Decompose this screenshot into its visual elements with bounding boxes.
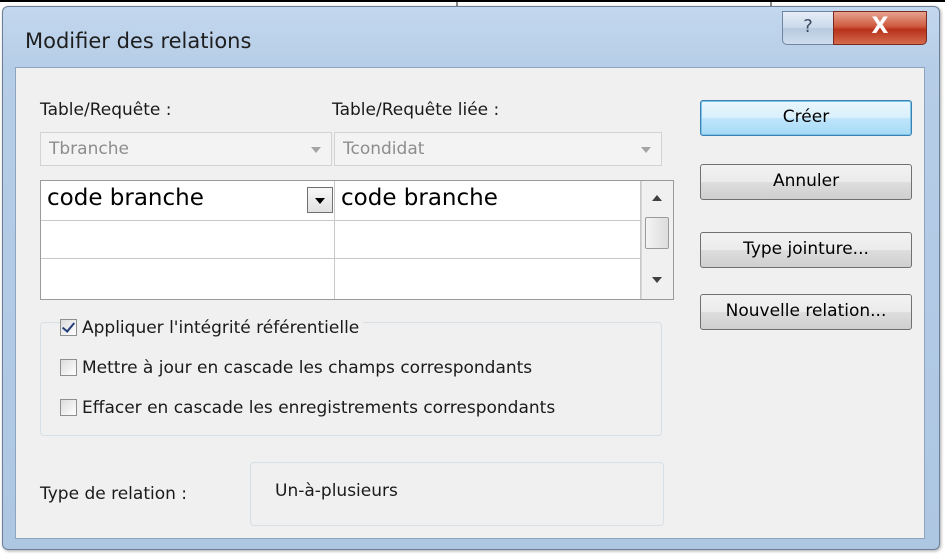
grid-scrollbar[interactable] — [641, 181, 673, 299]
related-table-query-value: Tcondidat — [343, 139, 425, 159]
help-button[interactable]: ? — [782, 11, 834, 45]
dialog-title: Modifier des relations — [25, 29, 252, 53]
grid-cell-left[interactable]: code branche — [41, 181, 335, 221]
close-icon: X — [871, 14, 889, 39]
grid-cell-right[interactable]: code branche — [335, 181, 641, 221]
cascade-delete-checkbox[interactable]: Effacer en cascade les enregistrements c… — [60, 398, 555, 424]
scroll-up-icon[interactable] — [652, 195, 662, 201]
dialog-client-area: Table/Requête : Table/Requête liée : Tbr… — [15, 67, 925, 539]
related-table-query-select[interactable]: Tcondidat — [334, 132, 662, 166]
grid-cell-left[interactable] — [41, 221, 335, 259]
checkbox-checked-icon[interactable] — [60, 319, 77, 336]
cancel-button[interactable]: Annuler — [700, 164, 912, 200]
relation-type-label: Type de relation : — [40, 484, 188, 504]
grid-cell-right[interactable] — [335, 221, 641, 259]
field-right-value: code branche — [341, 185, 498, 211]
relation-type-value: Un-à-plusieurs — [275, 481, 398, 501]
relation-type-box: Un-à-plusieurs — [250, 462, 664, 526]
chevron-down-icon — [641, 147, 651, 153]
help-icon: ? — [803, 16, 813, 37]
field-dropdown-button[interactable] — [307, 187, 333, 213]
table-query-value: Tbranche — [49, 139, 129, 159]
enforce-integrity-checkbox[interactable]: Appliquer l'intégrité référentielle — [60, 318, 364, 344]
grid-cell-right[interactable] — [335, 259, 641, 299]
cascade-delete-label: Effacer en cascade les enregistrements c… — [82, 398, 556, 418]
enforce-integrity-label: Appliquer l'intégrité référentielle — [82, 318, 360, 338]
cascade-update-checkbox[interactable]: Mettre à jour en cascade les champs corr… — [60, 358, 532, 384]
checkbox-icon[interactable] — [60, 359, 77, 376]
edit-relationships-dialog: Modifier des relations ? X Table/Requête… — [2, 6, 940, 550]
grid-cell-left[interactable] — [41, 259, 335, 299]
join-type-button[interactable]: Type jointure... — [700, 232, 912, 268]
create-button[interactable]: Créer — [700, 100, 912, 136]
scroll-down-icon[interactable] — [652, 277, 662, 283]
checkbox-icon[interactable] — [60, 399, 77, 416]
new-relation-button[interactable]: Nouvelle relation... — [700, 294, 912, 330]
scroll-thumb[interactable] — [645, 217, 669, 249]
chevron-down-icon — [311, 147, 321, 153]
table-query-select[interactable]: Tbranche — [40, 132, 332, 166]
close-button[interactable]: X — [833, 11, 927, 45]
fields-grid: code branche code branche — [40, 180, 674, 300]
related-table-query-label: Table/Requête liée : — [332, 100, 500, 120]
table-query-label: Table/Requête : — [40, 100, 172, 120]
cascade-update-label: Mettre à jour en cascade les champs corr… — [82, 358, 533, 378]
field-left-value: code branche — [47, 185, 204, 211]
